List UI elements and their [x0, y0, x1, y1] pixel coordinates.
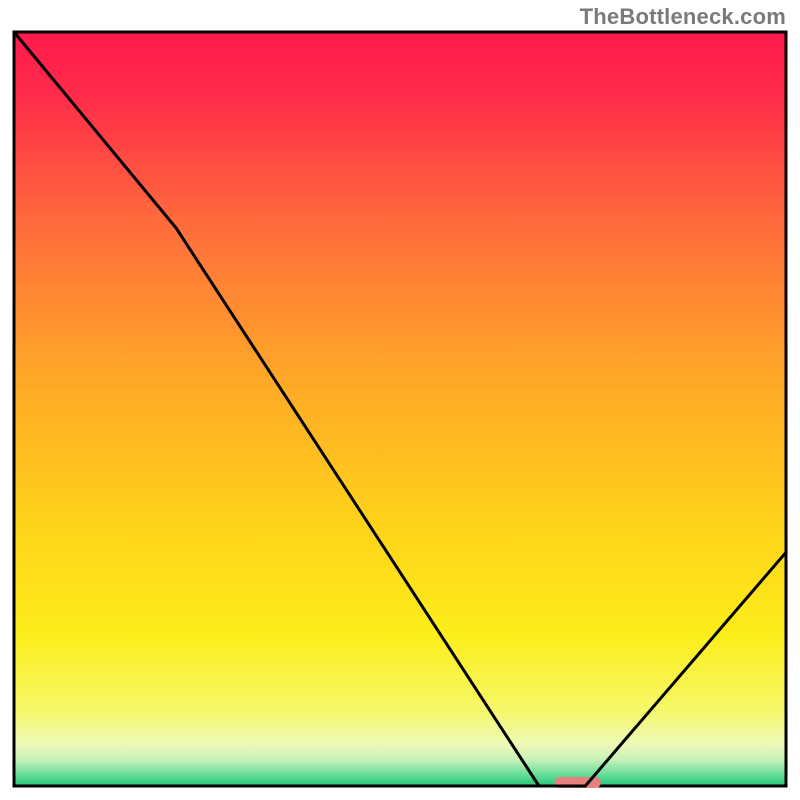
chart-frame: TheBottleneck.com [0, 0, 800, 800]
plot-background [14, 32, 786, 786]
bottleneck-chart [0, 0, 800, 800]
